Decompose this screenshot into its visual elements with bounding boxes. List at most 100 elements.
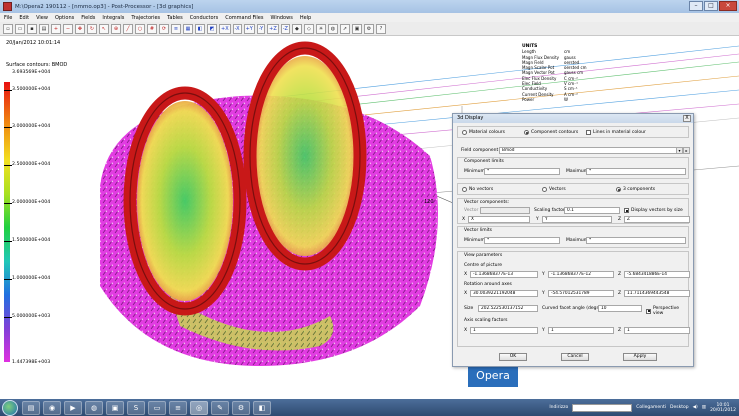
menu-trajectories[interactable]: Trajectories [131, 15, 160, 21]
material-colours-radio[interactable]: Material colours [462, 130, 505, 135]
start-button[interactable] [2, 399, 18, 416]
print-icon[interactable]: ▤ [39, 23, 49, 34]
centre-z-input[interactable]: -5.684341886E-14 [624, 271, 690, 278]
scale-z-input[interactable]: 1 [624, 327, 690, 334]
volume-icon[interactable]: ◧ [195, 23, 205, 34]
mesh-icon[interactable]: ▦ [183, 23, 193, 34]
dialog-close-button[interactable]: X [683, 115, 691, 122]
cancel-button[interactable]: Cancel [561, 353, 589, 361]
facet-angle-input[interactable]: 10 [598, 305, 642, 312]
size-input[interactable]: 202.522530137152 [478, 305, 538, 312]
documents-icon[interactable]: ≡ [169, 400, 187, 415]
vector-y-select[interactable]: Y [542, 216, 612, 223]
settings-icon[interactable]: ⚙ [363, 23, 374, 34]
menu-conductors[interactable]: Conductors [190, 15, 219, 21]
view-minus-y-button[interactable]: -Y [256, 23, 266, 34]
vector-icon[interactable]: ➚ [339, 23, 350, 34]
clock[interactable]: 10:01 20/01/2012 [710, 403, 736, 413]
volume-icon[interactable]: ◀) [693, 405, 698, 410]
minimize-button[interactable]: – [689, 1, 703, 11]
desktop-label[interactable]: Desktop [670, 405, 689, 410]
menu-options[interactable]: Options [55, 15, 74, 21]
address-input[interactable] [572, 403, 633, 412]
zoom-out-icon[interactable]: − [63, 23, 73, 34]
menu-file[interactable]: File [4, 15, 12, 21]
skype-icon[interactable]: S [127, 400, 145, 415]
line-icon[interactable]: ╱ [123, 23, 133, 34]
new-icon[interactable]: ▫ [3, 23, 13, 34]
view-plus-x-button[interactable]: +X [219, 23, 231, 34]
view-minus-x-button[interactable]: -X [232, 23, 242, 34]
terminal-icon[interactable]: ▣ [106, 400, 124, 415]
help-icon[interactable]: ? [375, 23, 386, 34]
save-icon[interactable]: ▪ [27, 23, 37, 34]
links-label[interactable]: Collegamenti [636, 405, 666, 410]
scale-x-input[interactable]: 1 [470, 327, 538, 334]
notes-icon[interactable]: ✎ [211, 400, 229, 415]
network-icon[interactable]: ▥ [702, 405, 706, 410]
palette-icon[interactable]: ◍ [327, 23, 338, 34]
surface-icon[interactable]: ◩ [207, 23, 217, 34]
ok-button[interactable]: OK [499, 353, 527, 361]
close-button[interactable]: × [719, 1, 737, 11]
component-contours-radio[interactable]: Component contours [524, 130, 578, 135]
pdf-icon[interactable]: ◧ [253, 400, 271, 415]
firefox-icon[interactable]: ◍ [85, 400, 103, 415]
explorer-icon[interactable]: ▤ [22, 400, 40, 415]
menu-help[interactable]: Help [300, 15, 311, 21]
measure-icon[interactable]: ⊕ [111, 23, 121, 34]
browser-icon[interactable]: ◉ [43, 400, 61, 415]
centre-x-input[interactable]: -1.136868377E-13 [470, 271, 538, 278]
vector-minimum-input[interactable]: * [484, 237, 560, 244]
scaling-factor-input[interactable]: 0.1 [564, 207, 620, 214]
menu-edit[interactable]: Edit [19, 15, 29, 21]
rotation-x-input[interactable]: 30.0039221192048 [470, 290, 538, 297]
vector-select[interactable] [480, 207, 530, 214]
menu-view[interactable]: View [36, 15, 48, 21]
menu-fields[interactable]: Fields [81, 15, 95, 21]
vectors-radio[interactable]: Vectors [542, 187, 566, 192]
field-component-select[interactable]: Bmod [499, 147, 677, 154]
display-by-size-checkbox[interactable]: Display vectors by size [624, 208, 683, 213]
view-plus-y-button[interactable]: +Y [243, 23, 255, 34]
folder-icon[interactable]: ▭ [148, 400, 166, 415]
vector-z-select[interactable]: Z [624, 216, 690, 223]
zoom-in-icon[interactable]: + [51, 23, 61, 34]
maximize-button[interactable]: □ [704, 1, 718, 11]
light-icon[interactable]: ☀ [315, 23, 326, 34]
scale-y-input[interactable]: 1 [548, 327, 614, 334]
rotation-y-input[interactable]: -54.57012531789 [548, 290, 614, 297]
view-minus-z-button[interactable]: -Z [280, 23, 290, 34]
menu-command-files[interactable]: Command Files [225, 15, 263, 21]
menu-windows[interactable]: Windows [270, 15, 292, 21]
grid-icon[interactable]: # [147, 23, 157, 34]
refresh-icon[interactable]: ⟳ [159, 23, 169, 34]
apply-button[interactable]: Apply [623, 353, 657, 361]
opera-app-icon[interactable]: ◎ [190, 400, 208, 415]
menu-tables[interactable]: Tables [167, 15, 183, 21]
chevron-down-icon[interactable]: ▾ [676, 147, 683, 154]
rotation-z-input[interactable]: 11.7114369443548 [624, 290, 690, 297]
media-player-icon[interactable]: ▶ [64, 400, 82, 415]
no-vectors-radio[interactable]: No vectors [462, 187, 493, 192]
chevron-right-icon[interactable]: ▸ [683, 147, 690, 154]
open-icon[interactable]: ▭ [15, 23, 25, 34]
rotate-icon[interactable]: ↻ [87, 23, 97, 34]
minimum-input[interactable]: * [484, 168, 560, 175]
perspective-icon[interactable]: ◇ [303, 23, 314, 34]
vector-x-select[interactable]: X [468, 216, 530, 223]
vector-maximum-input[interactable]: * [586, 237, 686, 244]
three-components-radio[interactable]: 3 components [616, 187, 655, 192]
maximum-input[interactable]: * [586, 168, 686, 175]
settings-app-icon[interactable]: ⚙ [232, 400, 250, 415]
cube-icon[interactable]: ◆ [291, 23, 302, 34]
centre-y-input[interactable]: -1.136868377E-12 [548, 271, 614, 278]
perspective-checkbox[interactable]: Perspective view [646, 306, 688, 316]
lines-material-colour-checkbox[interactable]: Lines in material colour [586, 130, 646, 135]
view-plus-z-button[interactable]: +Z [267, 23, 279, 34]
camera-icon[interactable]: ▣ [351, 23, 362, 34]
layers-icon[interactable]: ≡ [171, 23, 181, 34]
pan-icon[interactable]: ✥ [75, 23, 85, 34]
select-icon[interactable]: ↖ [99, 23, 109, 34]
circle-icon[interactable]: ○ [135, 23, 145, 34]
